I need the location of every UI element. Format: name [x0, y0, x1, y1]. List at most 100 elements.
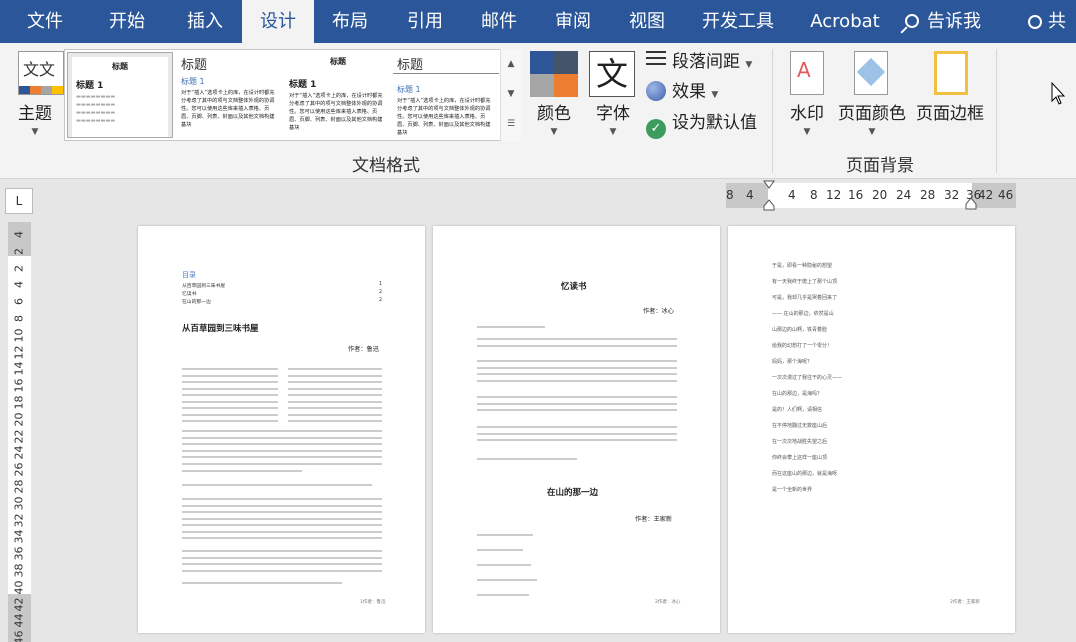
watermark-icon: A [790, 51, 824, 95]
page-borders-button[interactable]: 页面边框 [912, 43, 988, 148]
ruler-tick: 28 [920, 188, 936, 202]
text-line [288, 413, 382, 416]
page-color-label: 页面颜色 [838, 104, 906, 124]
document-page-1[interactable]: 目录 从百草园到三味书屋 1 忆读书 2 在山的那一边 2 从百草园到三味书屋 作者：… [138, 226, 425, 633]
text-line [477, 426, 677, 428]
style-set-body: 对于“插入”选项卡上的库，在设计时都充分考虑了其中的项与文档整体外观的协调性。您… [397, 98, 491, 136]
text-line [288, 420, 382, 422]
page-color-button[interactable]: 页面颜色 ▼ [834, 43, 910, 148]
text-line [477, 396, 677, 398]
ruler-tick: 6 [12, 298, 26, 306]
text-line [477, 564, 531, 566]
ruler-tick: 24 [896, 188, 912, 202]
page-borders-label: 页面边框 [916, 104, 984, 124]
style-set-heading: 标题 1 [397, 85, 421, 94]
tab-layout[interactable]: 布局 [316, 0, 384, 43]
right-indent-marker-icon[interactable] [965, 197, 977, 211]
poem-line: 于是，即看一种隐秘的想望 [772, 263, 833, 269]
colors-label: 颜色 [537, 104, 571, 124]
text-line [182, 394, 278, 396]
text-line [182, 462, 382, 465]
tab-home[interactable]: 开始 [92, 0, 162, 43]
toc-entry-page: 2 [378, 298, 382, 303]
paragraph-spacing-button[interactable]: 段落间距 ▼ [646, 49, 752, 75]
themes-button[interactable]: 文文 主题 ▼ [6, 43, 64, 148]
essay-author: 作者：鲁迅 [348, 346, 379, 353]
set-as-default-button[interactable]: ✓ 设为默认值 [646, 110, 757, 139]
ruler-tick: 8 [726, 188, 734, 202]
ruler-tick: 18 [12, 395, 26, 410]
chevron-down-icon: ▼ [31, 127, 39, 137]
page-footer: 2作者：冰心 [655, 600, 681, 605]
style-set-heading: 标题 1 [289, 80, 317, 90]
text-line [477, 379, 677, 382]
text-line [477, 534, 533, 536]
tab-file[interactable]: 文件 [10, 0, 80, 43]
tab-mailings[interactable]: 邮件 [464, 0, 534, 43]
style-set-item[interactable]: 标题 标题 1 对于“插入”选项卡上的库，在设计时都充分考虑了其中的项与文档整体… [285, 52, 391, 138]
text-line [182, 563, 382, 565]
tab-design[interactable]: 设计 [242, 0, 314, 43]
style-set-item[interactable]: 标题 标题 1 对于“插入”选项卡上的库，在设计时都充分考虑了其中的项与文档整体… [393, 52, 499, 138]
text-line [477, 439, 677, 441]
ruler-tick: 2 [12, 247, 26, 255]
watermark-button[interactable]: A 水印 ▼ [784, 43, 830, 148]
poem-line: 有一天我终于爬上了那个山顶 [772, 279, 838, 285]
text-line [182, 556, 382, 559]
text-line [182, 456, 382, 458]
style-set-item[interactable]: 标题 标题 1 对于“插入”选项卡上的库，在设计时都充分考虑了其中的项与文档整体… [177, 52, 283, 138]
ruler-tick: 28 [12, 479, 26, 494]
ruler-tick: 12 [12, 345, 26, 360]
text-line [182, 420, 278, 422]
style-set-item[interactable]: 标题 标题 1 ▬▬▬▬▬▬▬▬ ▬▬▬▬▬▬▬▬ ▬▬▬▬▬▬▬▬ ▬▬▬▬▬▬▬▬ [67, 52, 173, 138]
tab-insert[interactable]: 插入 [170, 0, 240, 43]
ruler-tick: 34 [12, 529, 26, 544]
toc-entry[interactable]: 从百草园到三味书屋 1 [182, 282, 382, 289]
tab-developer[interactable]: 开发工具 [692, 0, 784, 43]
tab-review[interactable]: 审阅 [538, 0, 608, 43]
style-set-body: 对于“插入”选项卡上的库，在设计时都充分考虑了其中的项与文档整体外观的协调性。您… [181, 90, 275, 128]
text-line [477, 594, 529, 596]
group-divider [996, 49, 997, 173]
chevron-down-icon: ▼ [609, 127, 617, 137]
tab-acrobat[interactable]: Acrobat [800, 0, 890, 43]
toc-entry[interactable]: 忆读书 2 [182, 290, 382, 297]
toc-title: 目录 [182, 271, 196, 279]
text-line [477, 402, 677, 405]
share-button[interactable]: 共 [1028, 0, 1066, 43]
text-line [288, 400, 382, 403]
tab-view[interactable]: 视图 [612, 0, 682, 43]
indent-marker-icon[interactable] [763, 180, 775, 216]
group-divider [772, 49, 773, 173]
toc-entry-page: 1 [378, 282, 382, 287]
ruler-tick: 32 [944, 188, 960, 202]
toc-entry-label: 忆读书 [182, 292, 197, 297]
poem-line: 而在这座山的那边，就是海呀 [772, 471, 838, 477]
text-line [182, 443, 382, 445]
text-line [477, 366, 677, 369]
ruler-tick: 24 [12, 445, 26, 460]
tab-selector[interactable]: L [5, 188, 33, 214]
gallery-scroll-down-button[interactable]: ▼ [501, 79, 521, 109]
document-page-3[interactable]: 于是，即看一种隐秘的想望 有一天我终于爬上了那个山顶 可是，我却几乎是哭着回来了 ——… [728, 226, 1015, 633]
set-as-default-label: 设为默认值 [672, 113, 757, 133]
chevron-down-icon: ▼ [868, 127, 876, 137]
document-page-2[interactable]: 忆读书 作者：冰心 在山的那一边 作者：王家新 2作者：冰心 [433, 226, 720, 633]
checkmark-icon: ✓ [646, 119, 666, 139]
gallery-more-button[interactable]: ☰ [501, 109, 521, 139]
poem-line: 是一个全新的世界 [772, 487, 813, 493]
gallery-scroll-up-button[interactable]: ▲ [501, 49, 521, 79]
effects-button[interactable]: 效果 ▼ [646, 79, 718, 105]
fonts-button[interactable]: 文 字体 ▼ [586, 43, 640, 148]
style-set-title: 标题 [330, 57, 346, 66]
ruler-tick: 16 [12, 378, 26, 393]
tab-references[interactable]: 引用 [390, 0, 460, 43]
toc-entry[interactable]: 在山的那一边 2 [182, 298, 382, 305]
essay-title: 从百草园到三味书屋 [182, 324, 259, 334]
tell-me-search[interactable]: 告诉我 [905, 0, 981, 43]
colors-button[interactable]: 颜色 ▼ [526, 43, 582, 148]
paragraph-spacing-icon [646, 51, 666, 71]
horizontal-ruler[interactable]: 8 4 4 8 12 16 20 24 28 32 36 42 46 [726, 180, 1016, 211]
style-set-title: 标题 [181, 58, 208, 73]
search-icon [905, 14, 919, 28]
